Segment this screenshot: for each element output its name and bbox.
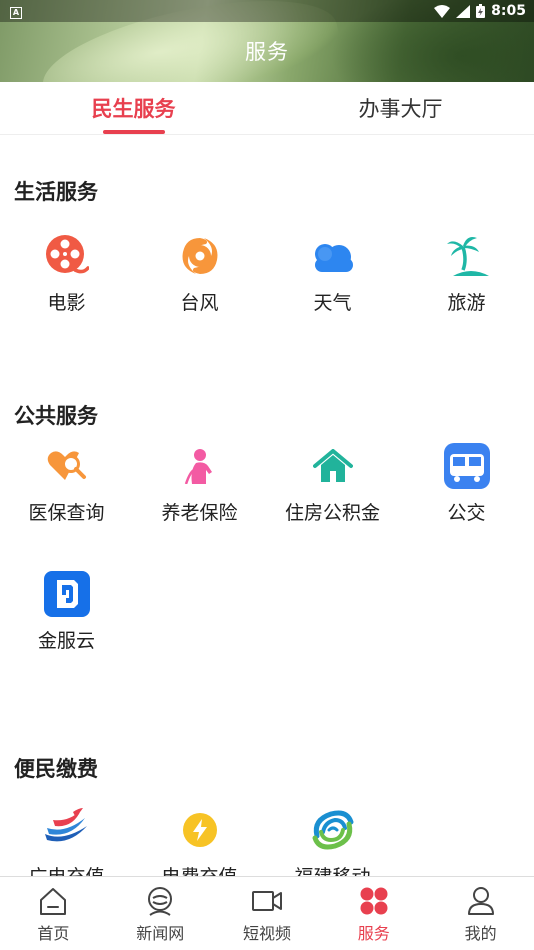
- service-label: 电影: [47, 292, 86, 314]
- tab-service-hall[interactable]: 办事大厅: [267, 82, 534, 134]
- service-label: 公交: [447, 502, 486, 524]
- service-label: 福建移动: [294, 862, 370, 876]
- bottom-nav: 首页 新闻网 短视频 服务 我的: [0, 876, 534, 950]
- services-content[interactable]: 生活服务 电影 台风 天气 旅游 公共服务 医保查询 养老保险 住房公积金 公交…: [0, 136, 534, 876]
- service-label: 金服云: [37, 630, 95, 652]
- service-label: 广电充值: [28, 862, 104, 876]
- nav-label: 我的: [464, 923, 497, 943]
- service-label: 天气: [313, 292, 352, 314]
- status-bar: A 8:05: [0, 0, 534, 22]
- video-camera-icon: [250, 884, 284, 918]
- service-item-housing-fund[interactable]: 住房公积金: [266, 442, 399, 525]
- typhoon-icon: [176, 232, 224, 280]
- service-label: 电费充值: [161, 862, 237, 876]
- nav-item-profile[interactable]: 我的: [427, 877, 534, 950]
- elderly-icon: [176, 442, 224, 490]
- page-title: 服务: [245, 40, 289, 64]
- service-label: 台风: [180, 292, 219, 314]
- status-right: 8:05: [434, 3, 526, 19]
- service-item-medical-insurance[interactable]: 医保查询: [0, 442, 133, 525]
- section-title-public: 公共服务: [14, 404, 98, 428]
- nav-item-news[interactable]: 新闻网: [107, 877, 214, 950]
- wifi-icon: [434, 4, 451, 18]
- service-item-movie[interactable]: 电影: [0, 232, 133, 315]
- bus-icon: [443, 442, 491, 490]
- news-icon: [143, 884, 177, 918]
- tab-minsheng-services[interactable]: 民生服务: [0, 82, 267, 134]
- home-icon: [36, 884, 70, 918]
- services-grid-icon: [357, 884, 391, 918]
- section-title-payment: 便民缴费: [14, 757, 98, 781]
- nav-label: 服务: [357, 923, 390, 943]
- service-item-fujian-mobile[interactable]: 福建移动: [266, 806, 399, 876]
- signal-icon: [456, 4, 471, 18]
- status-left: A: [10, 3, 22, 19]
- house-icon: [309, 442, 357, 490]
- jinfuyun-logo-icon: [43, 570, 91, 618]
- nav-item-short-video[interactable]: 短视频: [214, 877, 321, 950]
- nav-item-home[interactable]: 首页: [0, 877, 107, 950]
- user-icon: [464, 884, 498, 918]
- nav-label: 首页: [37, 923, 70, 943]
- battery-icon: [476, 4, 486, 18]
- header: A 8:05 服务: [0, 0, 534, 82]
- service-item-typhoon[interactable]: 台风: [133, 232, 266, 315]
- film-reel-icon: [43, 232, 91, 280]
- broadcast-logo-icon: [43, 806, 91, 854]
- nav-item-services[interactable]: 服务: [320, 877, 427, 950]
- service-item-weather[interactable]: 天气: [266, 232, 399, 315]
- section-title-life: 生活服务: [14, 180, 98, 204]
- medical-search-icon: [43, 442, 91, 490]
- palm-tree-icon: [443, 232, 491, 280]
- service-item-jinfuyun[interactable]: 金服云: [0, 570, 133, 653]
- service-label: 住房公积金: [284, 502, 380, 524]
- service-label: 养老保险: [161, 502, 238, 524]
- status-time: 8:05: [491, 3, 526, 19]
- service-item-broadcast-recharge[interactable]: 广电充值: [0, 806, 133, 876]
- service-item-bus[interactable]: 公交: [400, 442, 533, 525]
- nav-label: 新闻网: [136, 923, 185, 943]
- tab-bar: 民生服务 办事大厅: [0, 82, 534, 135]
- service-item-pension[interactable]: 养老保险: [133, 442, 266, 525]
- app-screen: A 8:05 服务 民生服务 办事大厅 生活服务 电影 台风 天气 旅游 公共服…: [0, 0, 534, 950]
- cloud-icon: [309, 232, 357, 280]
- china-mobile-logo-icon: [309, 806, 357, 854]
- lightning-icon: [176, 806, 224, 854]
- notification-a-icon: A: [10, 7, 22, 19]
- service-item-electricity-recharge[interactable]: 电费充值: [133, 806, 266, 876]
- service-label: 医保查询: [28, 502, 105, 524]
- nav-label: 短视频: [242, 923, 291, 943]
- service-label: 旅游: [447, 292, 486, 314]
- service-item-travel[interactable]: 旅游: [400, 232, 533, 315]
